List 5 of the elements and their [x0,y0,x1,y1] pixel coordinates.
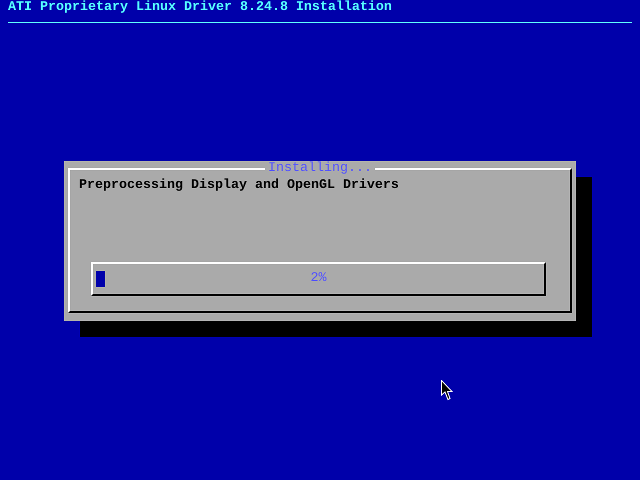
dialog-title: Installing... [265,162,375,176]
status-message: Preprocessing Display and OpenGL Drivers [79,178,399,194]
progress-percent: 2% [310,271,326,287]
screen-title: ATI Proprietary Linux Driver 8.24.8 Installation [8,0,392,16]
mouse-pointer-icon [441,380,453,401]
